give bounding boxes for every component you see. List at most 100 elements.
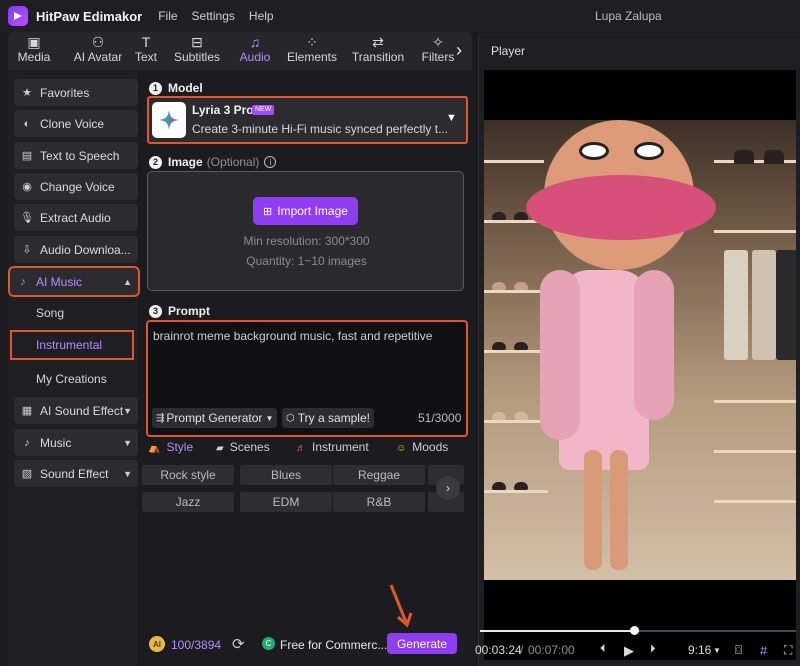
menu-help[interactable]: Help [249, 9, 274, 23]
sidebar-item-label: Sound Effect [40, 466, 109, 481]
music-note-icon: ♫ [249, 34, 261, 50]
chevron-down-icon: ▼ [265, 413, 274, 423]
seek-progress [480, 630, 634, 632]
style-chip[interactable]: Reggae [333, 465, 425, 485]
tab-audio[interactable]: ♫ Audio [236, 34, 274, 68]
audio-sidebar: ★ Favorites ◐ Clone Voice ▤ Text to Speech … [8, 72, 140, 666]
player-panel: Player [478, 34, 800, 666]
character-count: 51/3000 [418, 411, 462, 425]
credits-count: 100/3894 [171, 638, 222, 652]
tab-text-label: Text [134, 50, 157, 64]
sidebar-item-label: Audio Downloa... [40, 242, 131, 257]
prompt-textarea[interactable]: brainrot meme background music, fast and… [146, 320, 468, 437]
section-label: Image [168, 155, 203, 169]
tab-transition[interactable]: ⇄ Transition [350, 34, 406, 68]
tab-moods[interactable]: ☺ Moods [396, 440, 448, 454]
style-chip[interactable]: EDM [240, 492, 332, 512]
refresh-icon[interactable]: ⟳ [232, 635, 245, 653]
person-plus-icon: ⚇ [91, 34, 105, 50]
style-chip[interactable]: Jazz [142, 492, 234, 512]
tab-text[interactable]: T Text [132, 34, 160, 68]
change-voice-icon: ◉ [22, 181, 32, 193]
sidebar-item-music[interactable]: ♪ Music ▼ [14, 429, 138, 456]
tab-ai-avatar[interactable]: ⚇ AI Avatar [64, 34, 132, 68]
title-bar: HitPaw Edimakor File Settings Help Lupa … [0, 0, 800, 32]
sidebar-item-sound-effect[interactable]: ▧ Sound Effect ▼ [14, 460, 138, 487]
sidebar-item-ai-music[interactable]: ♪ AI Music ▲ [8, 266, 140, 297]
video-frame-image [484, 120, 796, 580]
style-chip[interactable]: Blues [240, 465, 332, 485]
prompt-generator-button[interactable]: ⇶ Prompt Generator ▼ [152, 408, 278, 428]
image-section-title: 2 Image (Optional) i [149, 155, 277, 169]
tab-transition-label: Transition [351, 50, 405, 64]
sidebar-item-extract-audio[interactable]: 🎙︎ Extract Audio [14, 204, 138, 231]
sidebar-item-clone-voice[interactable]: ◐ Clone Voice [14, 110, 138, 137]
style-chip[interactable]: Rock style [142, 465, 234, 485]
sidebar-item-ai-sound-effect[interactable]: ▦ AI Sound Effect ▼ [14, 397, 138, 424]
credits-coin-icon: AI [149, 636, 165, 652]
image-icon: ▣ [27, 34, 41, 50]
try-sample-label: Try a sample! [297, 411, 370, 425]
sidebar-item-label: Clone Voice [40, 116, 105, 131]
sidebar-item-label: Extract Audio [40, 210, 111, 225]
sidebar-item-audio-download[interactable]: ⇩ Audio Downloa... [14, 236, 138, 263]
info-icon[interactable]: i [264, 156, 277, 168]
tab-media-label: Media [17, 50, 51, 64]
try-sample-button[interactable]: ⬡ Try a sample! [282, 408, 374, 428]
tab-elements-label: Elements [286, 50, 338, 64]
sidebar-sub-instrumental[interactable]: Instrumental [10, 330, 134, 360]
tab-audio-label: Audio [239, 50, 271, 64]
window-title: Lupa Zalupa [595, 9, 662, 23]
tab-media[interactable]: ▣ Media [12, 34, 56, 68]
image-upload-area[interactable]: ⊞ Import Image Min resolution: 300*300 Qu… [147, 171, 464, 291]
smile-icon: ☺ [396, 443, 407, 454]
sidebar-item-label: Change Voice [40, 179, 115, 194]
model-select[interactable]: Lyria 3 Pro NEW Create 3-minute Hi-Fi mu… [147, 96, 468, 144]
tab-ai-avatar-label: AI Avatar [73, 50, 123, 64]
tab-elements[interactable]: ⁘ Elements [286, 34, 338, 68]
style-icon: ⛺ [148, 443, 161, 454]
menu-settings[interactable]: Settings [192, 9, 235, 23]
model-description: Create 3-minute Hi-Fi music synced perfe… [192, 122, 449, 136]
style-chip[interactable]: R&B [333, 492, 425, 512]
media-toolbar: ▣ Media ⚇ AI Avatar T Text ⊟ Subtitles ♫… [8, 32, 472, 70]
tab-filters[interactable]: ✧ Filters [420, 34, 456, 68]
tab-instrument[interactable]: ♬ Instrument [296, 440, 369, 454]
sidebar-item-favorites[interactable]: ★ Favorites [14, 79, 138, 106]
commercial-check-icon: C [262, 637, 275, 650]
new-badge: NEW [252, 105, 275, 115]
text-icon: T [141, 34, 151, 50]
seek-handle[interactable] [629, 626, 639, 635]
menu-file[interactable]: File [158, 9, 177, 23]
next-frame-icon[interactable]: ⏵ [650, 643, 656, 656]
elements-icon: ⁘ [306, 34, 318, 50]
aspect-ratio-select[interactable]: 9:16 [688, 643, 711, 657]
generate-button[interactable]: Generate [387, 633, 457, 654]
model-name: Lyria 3 Pro [192, 103, 254, 117]
fullscreen-icon[interactable]: ⛶ [784, 643, 792, 658]
sidebar-sub-song[interactable]: Song [36, 306, 64, 320]
free-commercial-label[interactable]: Free for Commerc... [280, 638, 387, 652]
previous-frame-icon[interactable]: ⏴ [600, 643, 606, 656]
sidebar-sub-my-creations[interactable]: My Creations [36, 372, 107, 386]
guitar-icon: ♬ [296, 443, 306, 454]
sidebar-item-text-to-speech[interactable]: ▤ Text to Speech [14, 142, 138, 169]
text-to-speech-icon: ▤ [21, 150, 33, 162]
video-preview[interactable] [484, 70, 796, 660]
chevron-right-icon[interactable]: › [436, 476, 460, 500]
sidebar-item-change-voice[interactable]: ◉ Change Voice [14, 173, 138, 200]
tab-instrument-label: Instrument [312, 440, 369, 454]
tab-style[interactable]: ⛺ Style [148, 440, 193, 454]
step-number: 3 [149, 304, 162, 318]
import-image-button[interactable]: ⊞ Import Image [253, 197, 358, 225]
sidebar-item-label: Music [40, 435, 72, 450]
ai-music-icon: ♪ [20, 275, 26, 288]
tab-subtitles[interactable]: ⊟ Subtitles [172, 34, 222, 68]
download-icon: ⇩ [22, 244, 32, 256]
play-icon[interactable]: ▶ [624, 643, 634, 659]
grid-icon[interactable]: # [760, 643, 767, 658]
chevron-down-icon: ▼ [123, 437, 132, 448]
camera-icon[interactable]: ⌼ [735, 643, 742, 658]
toolbar-next-arrow-icon[interactable]: › [456, 40, 462, 61]
tab-scenes[interactable]: ▰ Scenes [216, 440, 270, 454]
